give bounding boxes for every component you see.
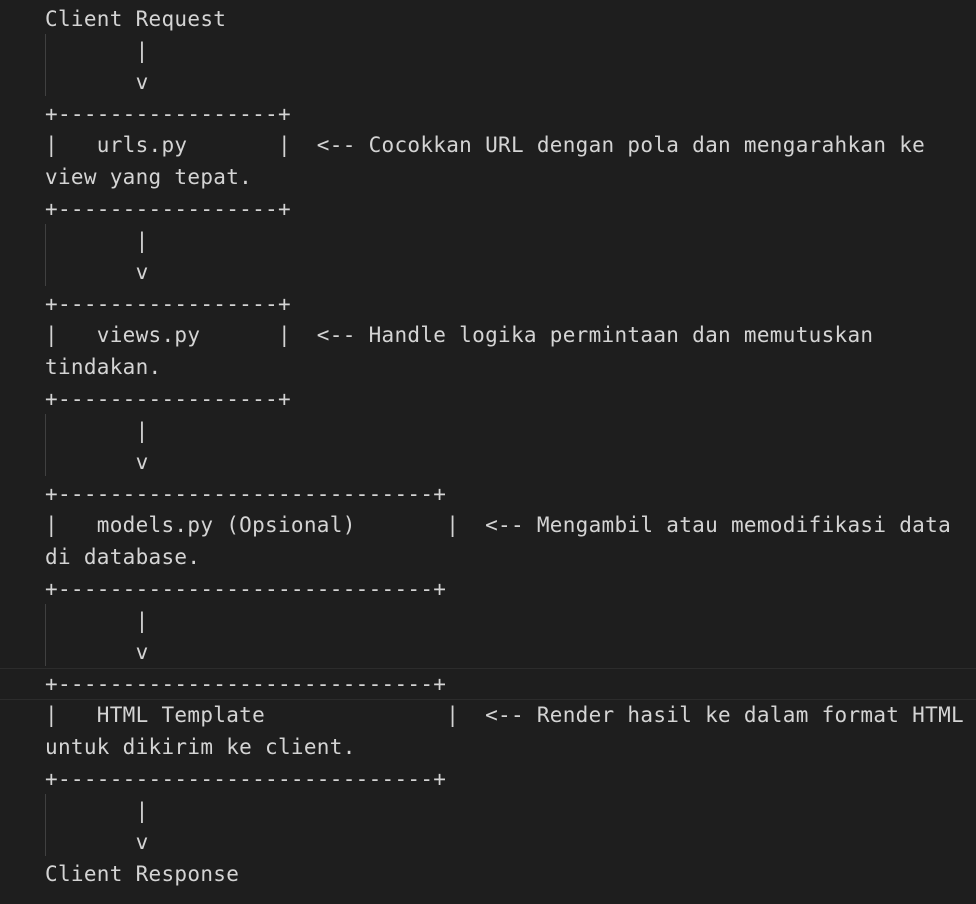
code-line[interactable]: +-----------------+ <box>45 288 976 320</box>
code-line[interactable]: | HTML Template | <-- Render hasil ke da… <box>45 699 976 731</box>
code-line[interactable]: v <box>45 66 976 98</box>
code-line[interactable]: v <box>45 446 976 478</box>
code-line[interactable]: +-----------------------------+ <box>45 478 976 510</box>
code-line[interactable]: +-----------------------------+ <box>45 573 976 605</box>
code-line[interactable]: | <box>45 795 976 827</box>
code-line[interactable]: | <box>45 35 976 67</box>
code-line[interactable]: | <box>45 225 976 257</box>
code-line[interactable]: +-----------------------------+ <box>45 763 976 795</box>
code-line[interactable]: | <box>45 605 976 637</box>
code-line[interactable]: untuk dikirim ke client. <box>45 731 976 763</box>
code-line[interactable]: | urls.py | <-- Cocokkan URL dengan pola… <box>45 129 976 161</box>
code-line[interactable]: +-----------------------------+ <box>45 668 976 700</box>
code-line[interactable]: +-----------------+ <box>45 98 976 130</box>
code-line[interactable]: view yang tepat. <box>45 161 976 193</box>
code-line[interactable]: +-----------------+ <box>45 193 976 225</box>
code-line[interactable]: Client Response <box>45 858 976 890</box>
code-line[interactable]: +-----------------+ <box>45 383 976 415</box>
code-line[interactable]: | <box>45 415 976 447</box>
code-line[interactable]: v <box>45 636 976 668</box>
code-line[interactable]: | models.py (Opsional) | <-- Mengambil a… <box>45 509 976 541</box>
code-line[interactable]: di database. <box>45 541 976 573</box>
code-line[interactable]: | views.py | <-- Handle logika permintaa… <box>45 319 976 351</box>
code-editor[interactable]: Client Request | v +-----------------+ |… <box>0 0 976 904</box>
code-line[interactable]: tindakan. <box>45 351 976 383</box>
code-line[interactable]: Client Request <box>45 3 976 35</box>
code-line[interactable]: v <box>45 256 976 288</box>
code-line[interactable]: v <box>45 826 976 858</box>
